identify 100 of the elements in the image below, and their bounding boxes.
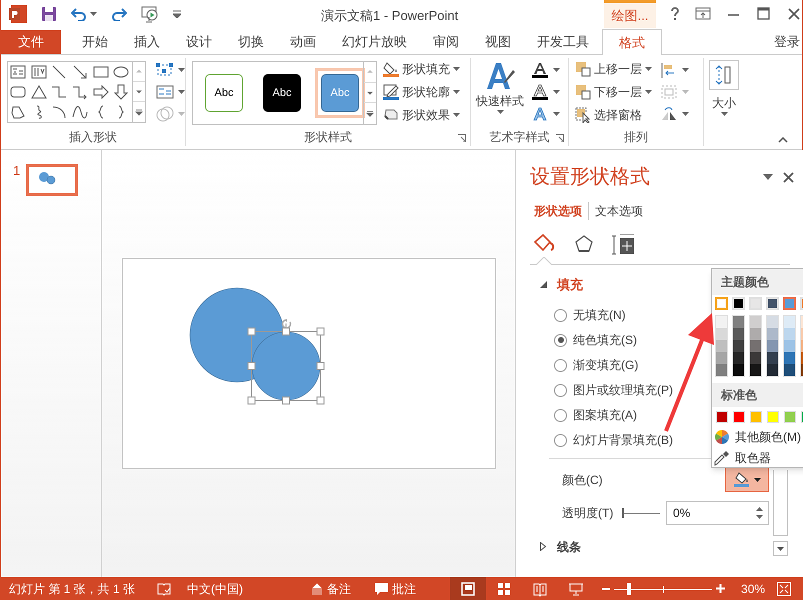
caret-icon[interactable]: [553, 112, 560, 116]
ribbon-tab[interactable]: 开发工具: [524, 30, 602, 54]
ribbon-command[interactable]: 形状填充: [383, 60, 460, 78]
color-swatch[interactable]: [767, 352, 778, 364]
caret-icon[interactable]: [682, 68, 689, 72]
radio-option[interactable]: 渐变填充(G): [554, 356, 803, 374]
transparency-slider[interactable]: [622, 508, 660, 518]
zoom-slider[interactable]: [614, 582, 712, 594]
radio-option[interactable]: 无填充(N): [554, 306, 803, 324]
block-arrow-right-icon[interactable]: [92, 84, 109, 100]
pane-tab[interactable]: 形状选项: [534, 202, 588, 220]
slideshow-icon[interactable]: [141, 5, 159, 23]
section-header[interactable]: 线条: [540, 538, 581, 556]
comments-button[interactable]: 批注: [375, 580, 416, 598]
ribbon-command[interactable]: 形状效果: [383, 106, 460, 124]
color-swatch[interactable]: [750, 352, 761, 364]
vertical-text-box-icon[interactable]: [30, 64, 47, 80]
freeform-icon[interactable]: [10, 104, 26, 120]
dialog-launcher-icon[interactable]: [556, 134, 564, 142]
ribbon-tab[interactable]: 设计: [173, 30, 225, 54]
text-effects-icon[interactable]: [531, 106, 549, 122]
color-swatch[interactable]: [767, 316, 778, 328]
ribbon-tab[interactable]: 审阅: [420, 30, 472, 54]
color-swatch[interactable]: [733, 340, 744, 352]
menu-item[interactable]: 其他颜色(M): [712, 428, 803, 446]
curve-icon[interactable]: [72, 104, 88, 120]
rotate-icon[interactable]: [660, 106, 678, 122]
arrow-line-icon[interactable]: [72, 64, 88, 80]
rectangle-icon[interactable]: [92, 64, 109, 80]
size-button[interactable]: 大小: [709, 60, 739, 116]
menu-item[interactable]: 取色器: [712, 449, 803, 467]
color-swatch[interactable]: [733, 364, 744, 376]
color-swatch[interactable]: [733, 328, 744, 340]
block-arrow-down-icon[interactable]: [113, 84, 130, 100]
app-logo-icon[interactable]: [9, 5, 27, 23]
elbow-connector-icon[interactable]: [51, 84, 68, 100]
customize-menu-icon[interactable]: [173, 10, 181, 18]
slide-thumbnail[interactable]: [26, 164, 78, 196]
text-outline-icon[interactable]: [531, 84, 549, 100]
size-layout-icon[interactable]: [612, 234, 634, 256]
color-swatch[interactable]: [716, 352, 727, 364]
notes-button[interactable]: 备注: [311, 580, 352, 598]
section-header[interactable]: 填充: [540, 275, 583, 294]
color-swatch[interactable]: [715, 297, 728, 310]
color-swatch[interactable]: [784, 340, 795, 352]
contextual-tab-label[interactable]: 绘图...: [604, 0, 656, 28]
close-icon[interactable]: [783, 172, 794, 182]
ribbon-tab[interactable]: 幻灯片放映: [329, 30, 420, 54]
color-swatch[interactable]: [767, 340, 778, 352]
edit-shape-icon[interactable]: [156, 62, 174, 78]
ribbon-tab[interactable]: 动画: [277, 30, 329, 54]
ribbon-tab[interactable]: 文件: [1, 30, 61, 54]
caret-icon[interactable]: [553, 68, 560, 72]
view-button[interactable]: [450, 577, 486, 600]
triangle-icon[interactable]: [30, 84, 47, 100]
caret-icon[interactable]: [682, 112, 689, 116]
arc-icon[interactable]: [51, 104, 68, 120]
oval-icon[interactable]: [113, 64, 130, 80]
color-swatch[interactable]: [716, 364, 727, 376]
color-swatch[interactable]: [750, 328, 761, 340]
color-swatch[interactable]: [783, 297, 796, 310]
fill-color-button[interactable]: [725, 467, 769, 492]
fit-to-window-icon[interactable]: [777, 582, 792, 596]
ribbon-tab[interactable]: 切换: [225, 30, 277, 54]
text-box-icon[interactable]: [10, 64, 26, 80]
pane-options-icon[interactable]: [763, 174, 773, 180]
pane-tab[interactable]: 文本选项: [588, 202, 643, 220]
color-swatch[interactable]: [784, 352, 795, 364]
sign-in-link[interactable]: 登录: [774, 30, 800, 54]
caret-icon[interactable]: [90, 12, 97, 16]
dialog-launcher-icon[interactable]: [458, 134, 466, 142]
rounded-rectangle-icon[interactable]: [10, 84, 26, 100]
collapse-ribbon-icon[interactable]: [778, 137, 788, 143]
color-swatch[interactable]: [767, 328, 778, 340]
zoom-in-icon[interactable]: [716, 584, 726, 593]
caret-icon[interactable]: [178, 68, 185, 72]
language-label[interactable]: 中文(中国): [187, 580, 244, 598]
scroll-bar[interactable]: [773, 470, 788, 556]
ribbon-command[interactable]: 下移一层: [575, 83, 652, 101]
color-swatch[interactable]: [784, 316, 795, 328]
color-swatch[interactable]: [716, 328, 727, 340]
color-swatch[interactable]: [733, 352, 744, 364]
color-swatch[interactable]: [767, 364, 778, 376]
ribbon-tab[interactable]: 视图: [472, 30, 524, 54]
quick-styles-button[interactable]: 快速样式: [475, 60, 525, 114]
ribbon-command[interactable]: 选择窗格: [575, 106, 652, 124]
radio-option[interactable]: 纯色填充(S): [554, 332, 803, 348]
color-swatch[interactable]: [750, 316, 761, 328]
color-swatch[interactable]: [733, 316, 744, 328]
ribbon-tab[interactable]: 开始: [69, 30, 121, 54]
color-swatch[interactable]: [716, 316, 727, 328]
ribbon-command[interactable]: 上移一层: [575, 60, 652, 78]
undo-icon[interactable]: [71, 7, 87, 21]
color-swatch[interactable]: [750, 364, 761, 376]
caret-icon[interactable]: [553, 90, 560, 94]
ribbon-tab[interactable]: 格式: [602, 29, 662, 55]
redo-icon[interactable]: [111, 7, 127, 21]
text-fill-icon[interactable]: [531, 62, 549, 78]
zoom-level[interactable]: 30%: [741, 580, 766, 598]
ribbon-command[interactable]: 形状轮廓: [383, 83, 460, 101]
